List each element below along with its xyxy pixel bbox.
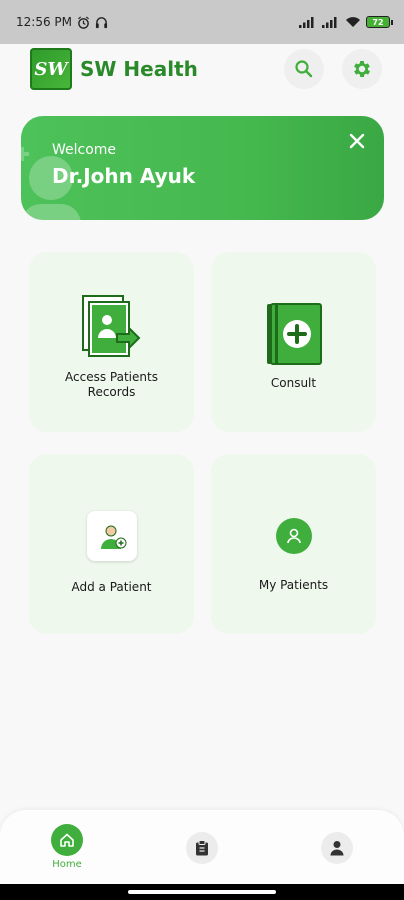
logo-text: SW	[34, 58, 68, 80]
nav-records-circle	[186, 832, 218, 864]
signal-icon-2	[322, 17, 337, 28]
app-header: SW SW Health	[0, 44, 404, 94]
battery-icon: 72	[366, 16, 393, 28]
card-label: Consult	[270, 376, 317, 390]
add-user-icon	[100, 525, 126, 549]
search-icon	[295, 60, 313, 78]
headphones-icon	[95, 16, 108, 28]
my-patients-icon-circle	[275, 518, 312, 554]
home-icon	[60, 833, 74, 847]
welcome-banner: Welcome Dr.John Ayuk	[21, 116, 384, 220]
doctor-name: Dr.John Ayuk	[52, 164, 196, 188]
settings-button[interactable]	[342, 49, 382, 89]
card-label-line2: Records	[87, 385, 136, 399]
nav-home[interactable]: Home	[51, 824, 83, 870]
medical-book-icon	[266, 303, 322, 365]
nav-profile-circle	[321, 832, 353, 864]
card-label: Add a Patient	[71, 580, 152, 594]
status-bar: 12:56 PM 72	[0, 0, 404, 44]
status-time: 12:56 PM	[16, 15, 72, 29]
access-patients-records-card[interactable]: Access Patients Records	[29, 252, 194, 432]
status-left: 12:56 PM	[16, 15, 108, 29]
bottom-nav: Home	[0, 810, 404, 884]
welcome-label: Welcome	[52, 142, 117, 158]
battery-level: 72	[372, 17, 384, 27]
system-nav-bar	[0, 884, 404, 900]
nav-home-label: Home	[52, 859, 82, 870]
nav-records[interactable]	[186, 832, 218, 864]
nav-profile[interactable]	[321, 832, 353, 864]
clipboard-icon	[196, 840, 208, 856]
signal-icon	[299, 17, 314, 28]
my-patients-card[interactable]: My Patients	[211, 454, 376, 634]
user-icon	[286, 528, 301, 544]
profile-icon	[330, 841, 344, 856]
app-title: SW Health	[80, 57, 198, 81]
card-label: My Patients	[258, 578, 329, 592]
alarm-icon	[78, 15, 89, 29]
card-label: Access Patients Records	[65, 370, 158, 400]
search-button[interactable]	[284, 49, 324, 89]
add-patient-icon-tile	[86, 511, 137, 561]
app-logo: SW	[30, 48, 72, 90]
add-patient-card[interactable]: Add a Patient	[29, 454, 194, 634]
consult-card[interactable]: Consult	[211, 252, 376, 432]
status-right: 72	[299, 16, 393, 28]
nav-home-circle	[51, 824, 83, 856]
patient-records-icon	[81, 295, 140, 357]
gear-icon	[354, 61, 370, 77]
home-gesture-pill[interactable]	[128, 890, 276, 894]
close-icon	[349, 133, 365, 149]
banner-close-button[interactable]	[346, 130, 368, 152]
wifi-icon	[346, 17, 360, 27]
card-label-line1: Access Patients	[65, 370, 158, 384]
